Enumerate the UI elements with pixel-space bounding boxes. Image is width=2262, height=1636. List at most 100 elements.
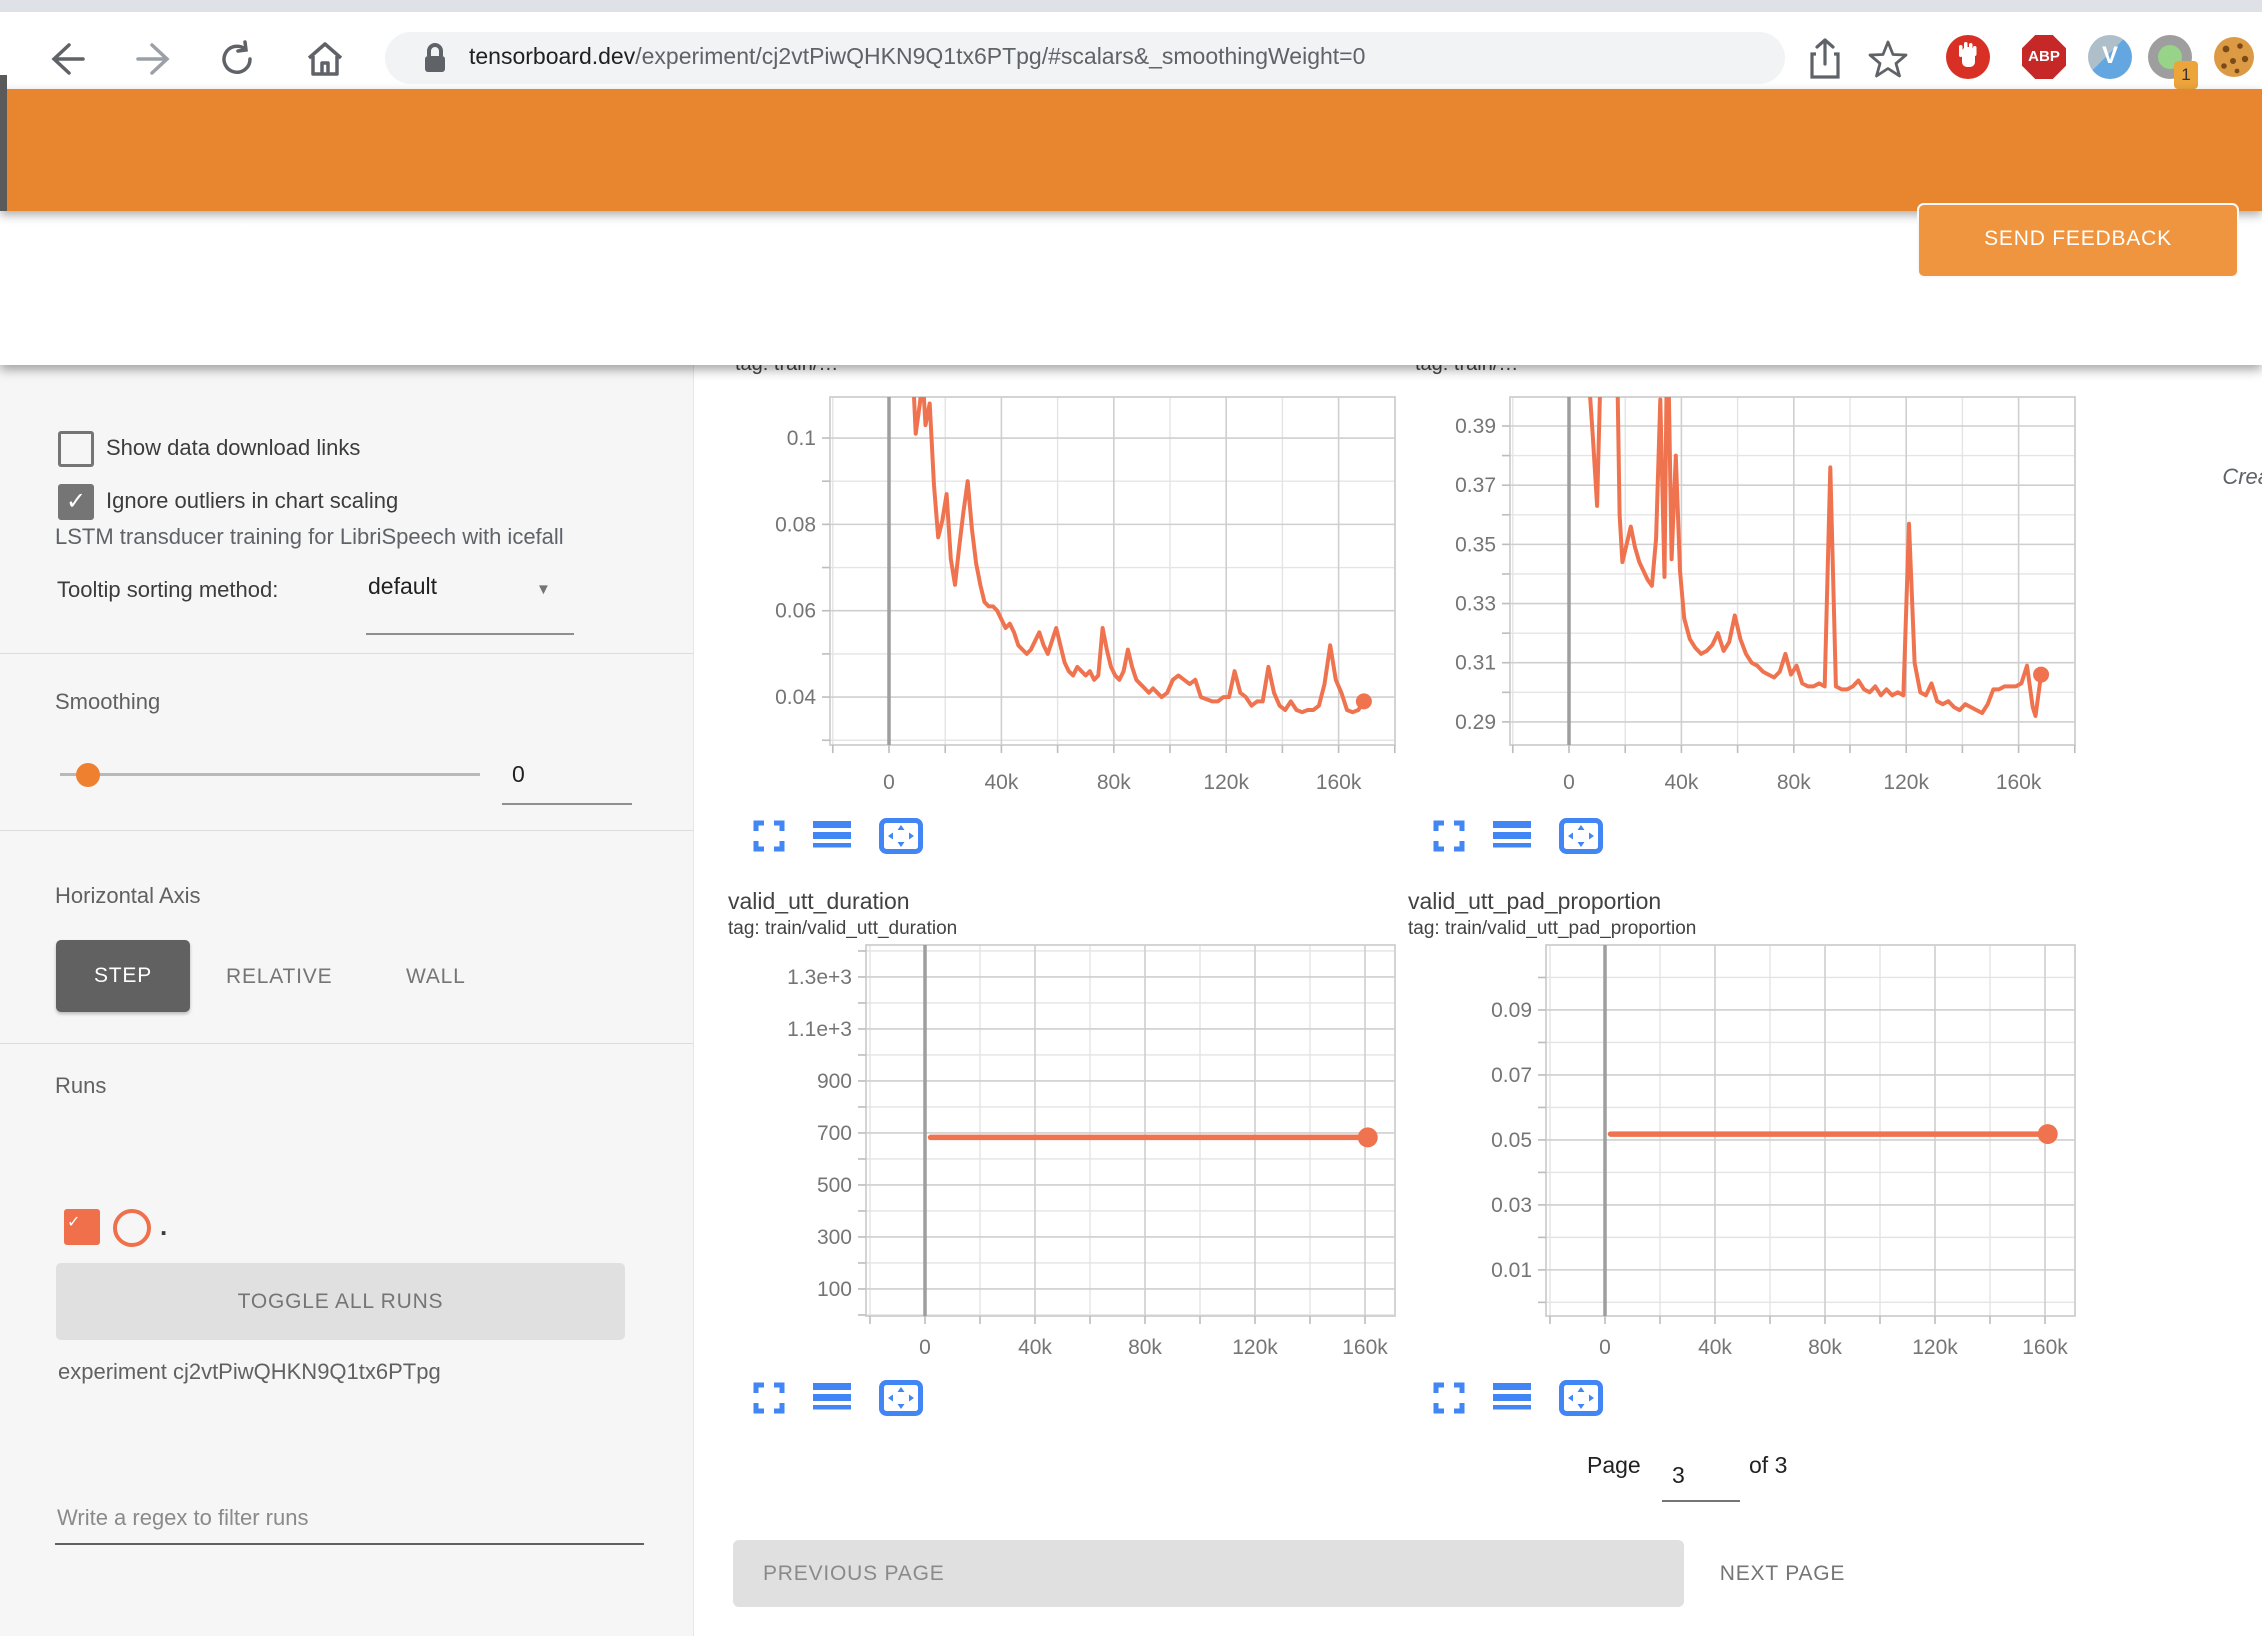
svg-text:0.31: 0.31 [1455,652,1496,675]
page-label: Page [1587,1452,1641,1479]
svg-text:120k: 120k [1912,1336,1958,1359]
previous-page-button[interactable]: PREVIOUS PAGE [733,1540,1684,1607]
smoothing-label: Smoothing [55,689,160,715]
app-logo[interactable]: TensorBoard.dev [54,219,311,255]
svg-text:0.05: 0.05 [1491,1129,1532,1152]
browser-tab-strip [0,0,2262,12]
smoothing-slider-thumb[interactable] [76,763,100,787]
smoothing-value[interactable]: 0 [512,761,525,788]
toggle-all-runs-button[interactable]: TOGGLE ALL RUNS [56,1263,625,1340]
horizontal-axis-label: Horizontal Axis [55,883,201,909]
divider [0,1043,693,1044]
extension-badge-count: 1 [2174,61,2198,89]
back-icon[interactable] [47,42,85,76]
window-edge [0,75,7,211]
extension-green-dot-icon[interactable]: 1 [2148,35,2192,79]
divider [0,830,693,831]
runs-regex-input[interactable] [55,1493,644,1545]
page-of-label: of 3 [1749,1452,1787,1479]
svg-text:80k: 80k [1097,771,1131,794]
page-number-input[interactable]: 3 [1672,1462,1685,1489]
reload-icon[interactable] [218,40,256,78]
svg-text:300: 300 [817,1226,852,1249]
extension-cookie-icon[interactable] [2212,35,2256,79]
svg-text:1.1e+3: 1.1e+3 [787,1018,852,1041]
tooltip-sorting-label: Tooltip sorting method: [57,577,278,603]
data-table-icon[interactable] [1493,1382,1531,1414]
extension-abp-icon[interactable]: ABP [2022,35,2066,79]
svg-text:0.03: 0.03 [1491,1194,1532,1217]
svg-text:40k: 40k [984,771,1018,794]
svg-text:80k: 80k [1128,1336,1162,1359]
extension-v-icon[interactable]: V [2088,35,2132,79]
browser-toolbar: tensorboard.dev/experiment/cj2vtPiwQHKN9… [0,12,2262,89]
page: tensorboard.dev/experiment/cj2vtPiwQHKN9… [0,0,2262,1636]
url-text[interactable]: tensorboard.dev/experiment/cj2vtPiwQHKN9… [469,43,1365,70]
tooltip-sorting-select[interactable]: default [368,573,437,600]
fullscreen-icon[interactable] [753,1382,785,1414]
scalar-chart[interactable]: 0.10.080.060.04040k80k120k160k [700,355,1410,830]
show-download-links-checkbox[interactable] [58,431,94,467]
active-tab-underline [427,294,599,300]
svg-text:0.06: 0.06 [775,600,816,623]
tab-text[interactable]: TEXT [1438,224,1495,248]
experiment-id-text: experiment cj2vtPiwQHKN9Q1tx6PTpg [58,1359,441,1385]
page-input-underline [1662,1500,1740,1502]
svg-text:0.04: 0.04 [775,686,816,709]
smoothing-slider-track[interactable] [60,773,480,776]
run-checkbox[interactable]: ✓ [64,1209,100,1245]
axis-relative-button[interactable]: RELATIVE [226,965,332,989]
svg-text:160k: 160k [1996,771,2042,794]
extension-hand-icon[interactable] [1946,35,1990,79]
ignore-outliers-checkbox[interactable]: ✓ [58,484,94,520]
fullscreen-icon[interactable] [1433,1382,1465,1414]
fit-domain-icon[interactable] [879,1380,923,1416]
svg-text:40k: 40k [1018,1336,1052,1359]
svg-text:900: 900 [817,1070,852,1093]
svg-text:0.35: 0.35 [1455,533,1496,556]
svg-text:0.37: 0.37 [1455,474,1496,497]
divider [0,653,693,654]
fit-domain-icon[interactable] [1559,1380,1603,1416]
axis-wall-button[interactable]: WALL [406,965,466,989]
svg-text:0: 0 [1599,1336,1611,1359]
chart-toolbar [1433,1380,1603,1416]
scalar-chart-valid-utt-duration[interactable]: 1.3e+31.1e+3900700500300100040k80k120k16… [700,880,1410,1405]
svg-text:160k: 160k [1316,771,1362,794]
tab-scalars[interactable]: SCALARS [453,224,557,248]
tab-histograms[interactable]: HISTOGRAMS [783,224,932,248]
tab-distributions[interactable]: DISTRIBUTIONS [1006,224,1179,248]
axis-step-button[interactable]: STEP [56,940,190,1012]
svg-text:100: 100 [817,1278,852,1301]
svg-text:0.09: 0.09 [1491,999,1532,1022]
svg-text:80k: 80k [1777,771,1811,794]
svg-text:160k: 160k [2022,1336,2068,1359]
runs-label: Runs [55,1073,106,1099]
svg-text:0.01: 0.01 [1491,1259,1532,1282]
home-icon[interactable] [305,40,345,78]
scalar-chart-valid-utt-pad-proportion[interactable]: 0.090.070.050.030.01040k80k120k160k [1380,880,2090,1405]
tab-graphs[interactable]: GRAPHS [628,224,722,248]
svg-text:40k: 40k [1698,1336,1732,1359]
data-table-icon[interactable] [813,1382,851,1414]
app-header: TensorBoard.dev SCALARS GRAPHS HISTOGRAM… [0,89,2262,211]
tab-hparams[interactable]: HPARAMS [1257,224,1365,248]
svg-text:120k: 120k [1203,771,1249,794]
chevron-down-icon[interactable]: ▼ [536,581,551,598]
tooltip-select-underline [366,633,574,635]
svg-text:1.3e+3: 1.3e+3 [787,966,852,989]
smoothing-value-underline [502,803,632,805]
share-icon[interactable] [1808,38,1842,80]
forward-icon[interactable] [136,42,174,76]
svg-text:40k: 40k [1664,771,1698,794]
run-color-swatch[interactable] [113,1209,151,1247]
send-feedback-button[interactable]: SEND FEEDBACK [1917,203,2239,278]
next-page-button[interactable]: NEXT PAGE [1710,1540,1855,1607]
show-download-links-label: Show data download links [106,435,360,461]
svg-text:0.39: 0.39 [1455,415,1496,438]
svg-text:80k: 80k [1808,1336,1842,1359]
created-text-partial: Crea [2222,464,2262,490]
scalar-chart[interactable]: 0.390.370.350.330.310.29040k80k120k160k [1380,355,2090,830]
bookmark-star-icon[interactable] [1868,40,1908,78]
svg-text:0: 0 [919,1336,931,1359]
